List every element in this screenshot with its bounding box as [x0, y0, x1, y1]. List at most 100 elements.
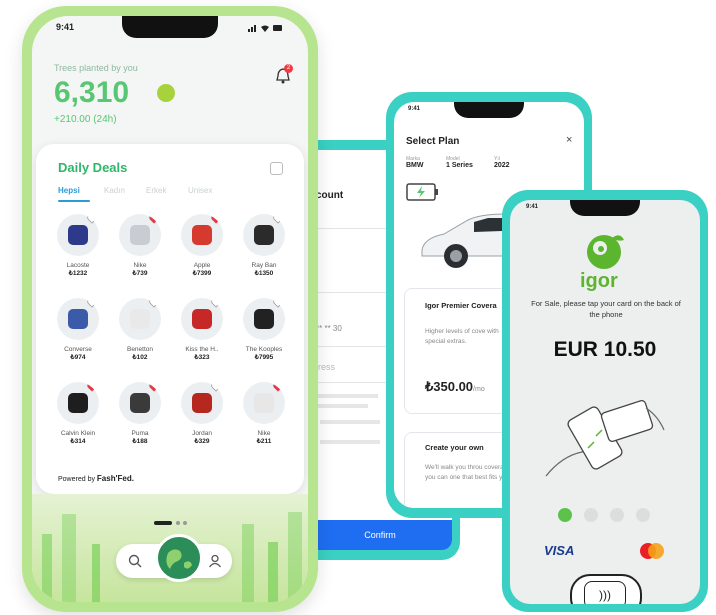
product-card[interactable]: Nike ₺211 [236, 382, 292, 446]
status-time: 9:41 [526, 204, 539, 210]
tree-stripe [288, 512, 302, 602]
search-icon[interactable] [128, 554, 142, 568]
product-thumb [68, 309, 88, 329]
trees-count: 6,310 [54, 76, 130, 109]
product-thumb [254, 393, 274, 413]
product-card[interactable]: Lacoste ₺1232 [50, 214, 106, 278]
status-icons [248, 24, 284, 32]
product-name: Ray Ban [251, 262, 277, 269]
spec-value: BMW [406, 162, 424, 169]
product-image [181, 298, 223, 340]
product-card[interactable]: Converse ₺974 [50, 298, 106, 362]
product-card[interactable]: Ray Ban ₺1350 [236, 214, 292, 278]
profile-icon[interactable] [208, 554, 222, 568]
product-card[interactable]: Apple ₺7399 [174, 214, 230, 278]
tab-all[interactable]: Hepsi [58, 186, 80, 195]
plan-price-unit: /mo [473, 386, 485, 393]
tree-stripe [242, 524, 254, 602]
trees-label: Trees planted by you [54, 63, 138, 73]
product-card[interactable]: Nike ₺739 [112, 214, 168, 278]
visa-logo: VISA [544, 543, 575, 558]
product-thumb [68, 225, 88, 245]
notch [454, 102, 524, 118]
notch [122, 16, 218, 38]
product-name: Calvin Klein [60, 430, 96, 437]
page-indicator [154, 521, 188, 525]
heart-filled-icon[interactable] [149, 214, 159, 224]
product-name: The Kooples [245, 346, 283, 353]
product-image [181, 382, 223, 424]
product-thumb [130, 393, 150, 413]
product-card[interactable]: Puma ₺188 [112, 382, 168, 446]
leaf-icon [157, 84, 175, 102]
tab-women[interactable]: Kadın [104, 186, 125, 195]
dot[interactable] [636, 508, 650, 522]
text-line [320, 440, 380, 444]
dot-active[interactable] [558, 508, 572, 522]
close-icon[interactable]: × [566, 134, 572, 146]
product-card[interactable]: Jordan ₺329 [174, 382, 230, 446]
tree-stripe [268, 542, 278, 602]
product-card[interactable]: Calvin Klein ₺314 [50, 382, 106, 446]
tree-stripe [42, 534, 52, 602]
product-card[interactable]: Kiss the H.. ₺323 [174, 298, 230, 362]
mastercard-icon [638, 542, 666, 560]
product-name: Puma [131, 430, 149, 437]
product-name: Jordan [192, 430, 212, 437]
dot[interactable] [584, 508, 598, 522]
heart-outline-icon[interactable] [149, 298, 159, 308]
spec-model: Model 1 Series [446, 156, 473, 169]
product-thumb [192, 309, 212, 329]
product-image [57, 214, 99, 256]
product-price: ₺329 [194, 438, 210, 445]
tap-to-pay-illustration [542, 396, 670, 488]
card-number-field[interactable]: ** ** 30 [316, 324, 342, 333]
select-plan-title: Select Plan [406, 136, 460, 147]
product-price: ₺739 [132, 270, 148, 277]
plan-price: ₺350.00/mo [425, 379, 485, 395]
product-card[interactable]: The Kooples ₺7995 [236, 298, 292, 362]
heart-outline-icon[interactable] [273, 298, 283, 308]
heart-outline-icon[interactable] [87, 214, 97, 224]
payment-screen: 9:41 igor For Sale, please tap your card… [510, 200, 700, 604]
powered-by-label: Powered by [58, 476, 95, 483]
spec-value: 2022 [494, 162, 510, 169]
product-price: ₺7995 [254, 354, 274, 361]
contactless-icon: ))) [584, 581, 626, 604]
notification-badge: 2 [284, 64, 293, 73]
select-checkbox[interactable] [270, 162, 283, 175]
tab-unisex[interactable]: Unisex [188, 186, 212, 195]
heart-filled-icon[interactable] [211, 214, 221, 224]
heart-outline-icon[interactable] [211, 298, 221, 308]
heart-filled-icon[interactable] [273, 382, 283, 392]
tab-men[interactable]: Erkek [146, 186, 166, 195]
globe-icon[interactable] [155, 534, 203, 582]
product-name: Converse [64, 346, 92, 353]
product-thumb [130, 225, 150, 245]
product-card[interactable]: Benetton ₺102 [112, 298, 168, 362]
heart-filled-icon[interactable] [149, 382, 159, 392]
product-price: ₺7399 [192, 270, 212, 277]
heart-outline-icon[interactable] [273, 214, 283, 224]
product-name: Apple [193, 262, 211, 269]
product-name: Nike [133, 262, 147, 269]
heart-outline-icon[interactable] [211, 382, 221, 392]
account-heading: count [316, 190, 344, 201]
heart-filled-icon[interactable] [87, 382, 97, 392]
product-thumb [68, 393, 88, 413]
product-thumb [130, 309, 150, 329]
plan-title: Create your own [425, 443, 484, 452]
product-name: Kiss the H.. [185, 346, 219, 353]
heart-outline-icon[interactable] [87, 298, 97, 308]
tree-stripe [92, 544, 100, 602]
product-name: Benetton [126, 346, 154, 353]
tree-stripe [62, 514, 76, 602]
contactless-button[interactable]: ))) [570, 574, 642, 604]
deals-phone: 9:41 Trees planted by you 6,310 +210.00 … [22, 6, 318, 612]
dot[interactable] [610, 508, 624, 522]
tab-underline [58, 200, 90, 202]
product-thumb [254, 225, 274, 245]
product-price: ₺1232 [68, 270, 88, 277]
spec-value: 1 Series [446, 162, 473, 169]
confirm-button[interactable]: Confirm [308, 520, 452, 550]
